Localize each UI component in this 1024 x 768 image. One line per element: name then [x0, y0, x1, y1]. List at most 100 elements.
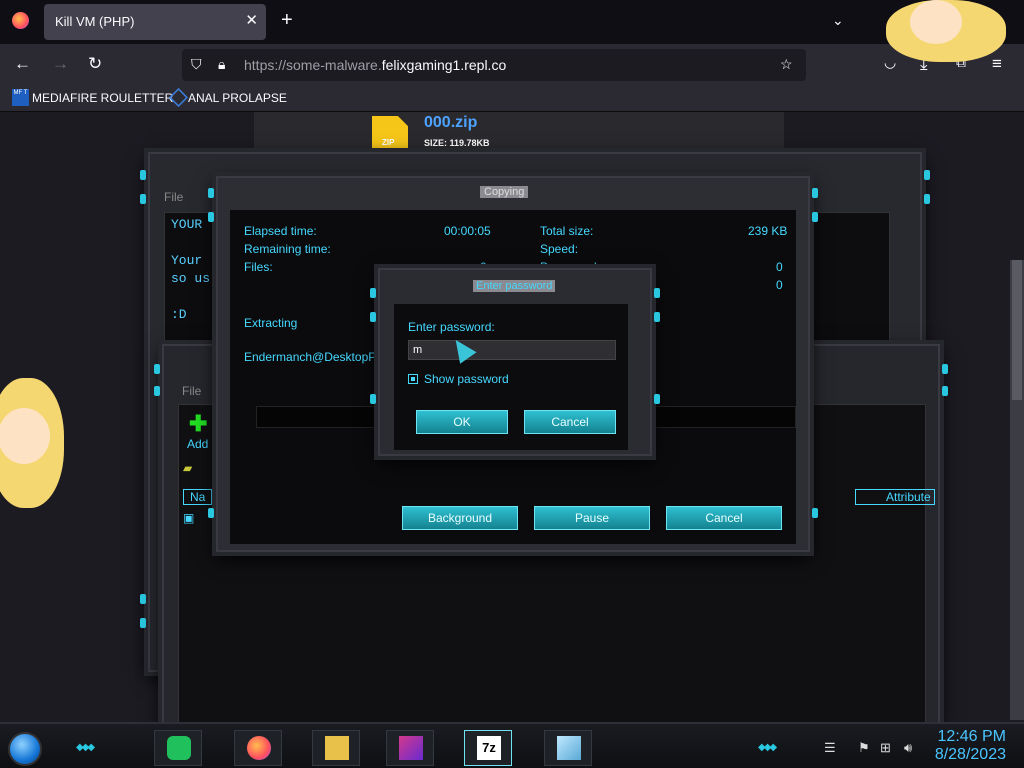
text-line: :D	[171, 307, 187, 322]
clock[interactable]: 12:46 PM 8/28/2023	[935, 728, 1006, 764]
taskbar-notepad[interactable]	[544, 730, 592, 766]
notepad-menu-file[interactable]: File	[164, 190, 183, 204]
glow-accent	[370, 394, 376, 404]
glow-accent	[208, 508, 214, 518]
elapsed-label: Elapsed time:	[244, 224, 317, 238]
extracting-label: Extracting	[244, 316, 298, 330]
firefox-icon	[247, 736, 271, 760]
column-attribute[interactable]: Attribute	[855, 489, 935, 505]
add-button-label[interactable]: Add	[187, 437, 208, 451]
taskbar-accent: ◆◆◆	[758, 742, 777, 753]
forward-icon[interactable]: →	[52, 54, 69, 74]
character-sticker-top	[886, 0, 1006, 62]
flag-icon[interactable]: ⚑	[858, 740, 870, 756]
folder-icon	[325, 736, 349, 760]
column-name[interactable]: Na	[183, 489, 213, 505]
back-icon[interactable]: ←	[14, 54, 31, 74]
download-file-size: SIZE: 119.78KB	[424, 138, 490, 148]
bookmark-mediafire[interactable]: MEDIAFIRE ROULETTER	[32, 91, 173, 105]
compressed-value: 0	[776, 278, 783, 292]
glow-accent	[924, 194, 930, 204]
dialog-title: Enter password	[473, 280, 556, 292]
taskbar: ◆◆◆ 7z ◆◆◆ ☰ ⚑ ⊞ 🔊︎ 12:46 PM 8/28/2023	[0, 722, 1024, 768]
total-size-label: Total size:	[540, 224, 594, 238]
pocket-icon[interactable]: ◡	[884, 54, 896, 71]
cancel-button[interactable]: Cancel	[666, 506, 782, 530]
remaining-label: Remaining time:	[244, 242, 331, 256]
glow-accent	[140, 618, 146, 628]
url-text[interactable]: https://some-malware.felixgaming1.repl.c…	[244, 57, 506, 73]
glow-accent	[140, 170, 146, 180]
sevenzip-menu-file[interactable]: File	[182, 384, 201, 398]
add-icon[interactable]: ✚	[189, 411, 207, 437]
glow-accent	[812, 212, 818, 222]
volume-icon[interactable]: 🔊︎	[904, 740, 912, 756]
download-file-name[interactable]: 000.zip	[424, 114, 477, 132]
zip-file-icon[interactable]: ZIP	[372, 116, 408, 152]
scroll-thumb[interactable]	[1012, 260, 1022, 400]
glow-accent	[140, 594, 146, 604]
sevenzip-icon: 7z	[477, 736, 501, 760]
firefox-icon[interactable]	[12, 12, 29, 29]
url-bar[interactable]: ⛉ 🔒︎ https://some-malware.felixgaming1.r…	[182, 49, 806, 81]
chevron-down-icon[interactable]: ⌄	[832, 12, 844, 29]
glow-accent	[654, 394, 660, 404]
show-password-checkbox[interactable]	[408, 374, 418, 384]
text-line: Your	[171, 253, 203, 268]
glow-accent	[812, 188, 818, 198]
new-tab-button[interactable]: +	[281, 9, 293, 32]
tab-kill-vm[interactable]: Kill VM (PHP) ✕	[44, 4, 266, 40]
tab-strip: Kill VM (PHP) ✕ + ⌄	[0, 0, 1024, 44]
show-desktop-icon[interactable]: ☰	[824, 740, 836, 756]
glow-accent	[208, 188, 214, 198]
current-path: Endermanch@DesktopPuzz	[244, 350, 395, 364]
background-button[interactable]: Background	[402, 506, 518, 530]
ok-button[interactable]: OK	[416, 410, 508, 434]
glow-accent	[154, 364, 160, 374]
pause-button[interactable]: Pause	[534, 506, 650, 530]
close-icon[interactable]: ✕	[245, 11, 258, 29]
network-icon[interactable]: ⊞	[880, 740, 891, 756]
folder-icon[interactable]: ▰	[183, 461, 192, 475]
taskbar-accent: ◆◆◆	[76, 742, 95, 753]
elapsed-value: 00:00:05	[444, 224, 491, 238]
taskbar-file-explorer[interactable]	[312, 730, 360, 766]
page-scrollbar[interactable]	[1010, 260, 1024, 720]
dialog-title: Copying	[480, 186, 529, 198]
notes-icon	[167, 736, 191, 760]
start-button[interactable]	[8, 732, 42, 766]
glow-accent	[208, 212, 214, 222]
mediafire-icon: MF T	[12, 89, 29, 106]
show-password-label[interactable]: Show password	[424, 372, 509, 386]
bookmarks-toolbar: MF T MEDIAFIRE ROULETTER ANAL PROLAPSE	[0, 86, 1024, 112]
glow-accent	[654, 312, 660, 322]
lock-icon[interactable]: 🔒︎	[218, 56, 225, 73]
text-line: so us	[171, 271, 211, 286]
character-sticker-left	[0, 378, 64, 508]
file-row-icon[interactable]: ▣	[183, 511, 194, 525]
shield-icon[interactable]: ⛉	[191, 56, 202, 73]
reload-icon[interactable]: ↻	[88, 54, 102, 74]
character-face	[0, 408, 50, 464]
character-face	[910, 0, 962, 44]
glow-accent	[942, 386, 948, 396]
taskbar-image-app[interactable]	[386, 730, 434, 766]
files-label: Files:	[244, 260, 273, 274]
star-icon[interactable]: ☆	[780, 56, 793, 73]
taskbar-notes-app[interactable]	[154, 730, 202, 766]
cancel-button[interactable]: Cancel	[524, 410, 616, 434]
taskbar-firefox[interactable]	[234, 730, 282, 766]
password-prompt: Enter password:	[408, 320, 495, 334]
glow-accent	[654, 288, 660, 298]
menu-icon[interactable]: ≡	[992, 54, 1002, 74]
processed-value: 0	[776, 260, 783, 274]
bookmark-second[interactable]: ANAL PROLAPSE	[188, 91, 287, 105]
password-dialog[interactable]: Enter password Enter password: Show pass…	[370, 268, 660, 456]
password-dialog-body: Enter password: Show password OK Cancel	[394, 304, 628, 450]
glow-accent	[370, 312, 376, 322]
tab-title: Kill VM (PHP)	[55, 14, 135, 29]
password-input[interactable]	[408, 340, 616, 360]
taskbar-7zip[interactable]: 7z	[464, 730, 512, 766]
text-line: YOUR	[171, 217, 203, 232]
glow-accent	[942, 364, 948, 374]
